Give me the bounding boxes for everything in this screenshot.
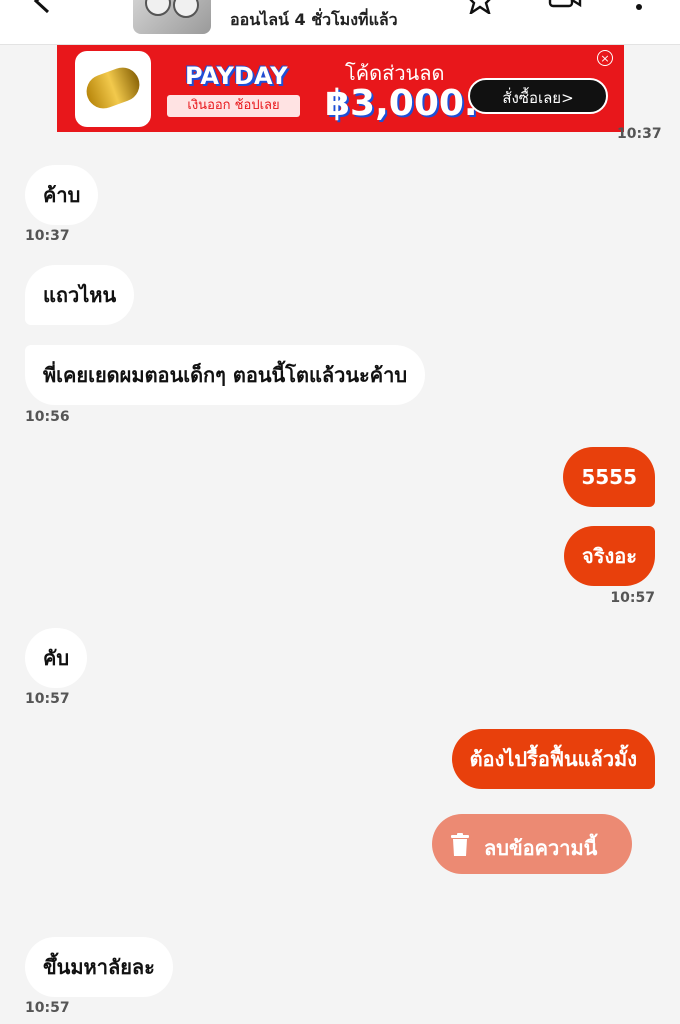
timestamp: 10:57 — [610, 590, 655, 606]
timestamp: 10:57 — [25, 1000, 70, 1016]
star-icon[interactable] — [466, 0, 494, 14]
timestamp: 10:57 — [25, 691, 70, 707]
delete-message-label: ลบข้อความนี้ — [484, 836, 598, 860]
shop-now-button[interactable]: สั่งซื้อเลย> — [468, 78, 608, 114]
message-incoming[interactable]: แถวไหน — [25, 265, 135, 325]
banner-title: PAYDAY — [185, 62, 288, 90]
timestamp: 10:37 — [617, 126, 662, 142]
message-incoming[interactable]: คับ — [25, 628, 88, 688]
more-vertical-icon[interactable] — [634, 0, 644, 12]
trash-icon — [451, 833, 469, 856]
message-outgoing[interactable]: 5555 — [563, 447, 655, 507]
delete-message-button[interactable]: ลบข้อความนี้ — [432, 814, 632, 874]
message-incoming[interactable]: ขึ้นมหาลัยละ — [25, 937, 173, 997]
banner-subtitle: เงินออก ช้อปเลย — [167, 95, 300, 117]
video-icon[interactable] — [548, 0, 582, 12]
chevron-left-icon[interactable] — [30, 0, 56, 14]
message-incoming[interactable]: ค้าบ — [25, 165, 99, 225]
message-outgoing[interactable]: ต้องไปรื้อฟื้นแล้วมั้ง — [451, 729, 655, 789]
timestamp: 10:56 — [25, 409, 70, 425]
message-outgoing[interactable]: จริงอะ — [564, 526, 655, 586]
message-incoming[interactable]: พี่เคยเยดผมตอนเด็กๆ ตอนนี้โตแล้วนะค้าบ — [25, 345, 426, 405]
avatar[interactable] — [133, 0, 211, 34]
close-circle-icon[interactable]: × — [597, 50, 613, 66]
online-status: ออนไลน์ 4 ชั่วโมงที่แล้ว — [230, 10, 398, 29]
promo-banner[interactable]: PAYDAY เงินออก ช้อปเลย โค้ดส่วนลด ฿3,000… — [57, 45, 624, 132]
discount-amount: ฿3,000.- — [325, 83, 493, 124]
chat-header: ออนไลน์ 4 ชั่วโมงที่แล้ว — [0, 0, 680, 45]
battery-logo — [75, 51, 151, 127]
timestamp: 10:37 — [25, 228, 70, 244]
